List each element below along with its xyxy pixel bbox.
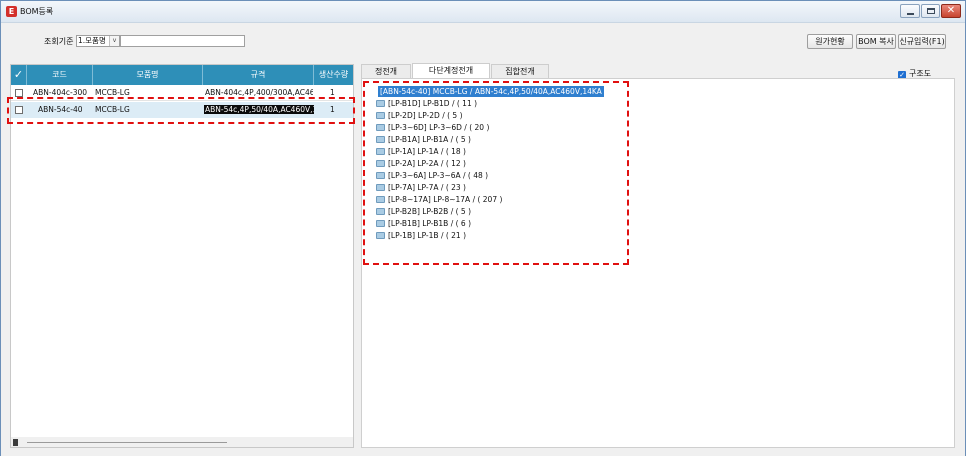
tab-summary-expand[interactable]: 집합전개 <box>491 64 549 78</box>
minimize-button[interactable] <box>900 4 920 18</box>
annotation-box-row <box>7 97 355 124</box>
title-bar: E BOM등록 ✕ <box>1 1 965 23</box>
grid-header: ✓ 코드 모품명 규격 생산수량 <box>11 65 353 85</box>
column-header-spec[interactable]: 규격 <box>203 65 314 85</box>
scrollbar-thumb[interactable] <box>13 439 18 446</box>
close-icon: ✕ <box>946 5 956 16</box>
cost-status-button[interactable]: 원가현황 <box>807 34 853 49</box>
minimize-icon <box>907 13 914 15</box>
new-entry-button[interactable]: 신규입력(F1) <box>898 34 946 49</box>
bom-copy-button[interactable]: BOM 복사 <box>856 34 896 49</box>
row-checkbox[interactable] <box>15 89 23 97</box>
horizontal-scrollbar[interactable] <box>11 437 353 447</box>
search-input[interactable] <box>120 35 245 47</box>
column-header-qty[interactable]: 생산수량 <box>314 65 353 85</box>
tab-forward-expand[interactable]: 정전개 <box>361 64 411 78</box>
scrollbar-track[interactable] <box>27 442 227 443</box>
column-header-code[interactable]: 코드 <box>27 65 93 85</box>
chevron-down-icon[interactable]: v <box>109 36 119 46</box>
search-criteria-label: 조회기준 <box>44 37 74 46</box>
app-icon: E <box>6 6 17 17</box>
tab-multilevel-expand[interactable]: 다단계정전개 <box>412 63 490 78</box>
maximize-icon <box>927 8 935 14</box>
close-button[interactable]: ✕ <box>941 4 961 18</box>
select-all-checkbox[interactable]: ✓ <box>11 65 27 85</box>
bom-window: E BOM등록 ✕ 조회기준 1.모품명 v 원가현황 BOM 복사 신규입력(… <box>0 0 966 456</box>
search-criteria-select[interactable]: 1.모품명 v <box>76 35 120 47</box>
search-criteria-value: 1.모품명 <box>78 36 106 45</box>
maximize-button[interactable] <box>921 4 940 18</box>
annotation-box-tree <box>363 81 629 265</box>
window-title: BOM등록 <box>20 7 54 16</box>
column-header-name[interactable]: 모품명 <box>93 65 203 85</box>
structure-diagram-label: 구조도 <box>909 69 932 78</box>
